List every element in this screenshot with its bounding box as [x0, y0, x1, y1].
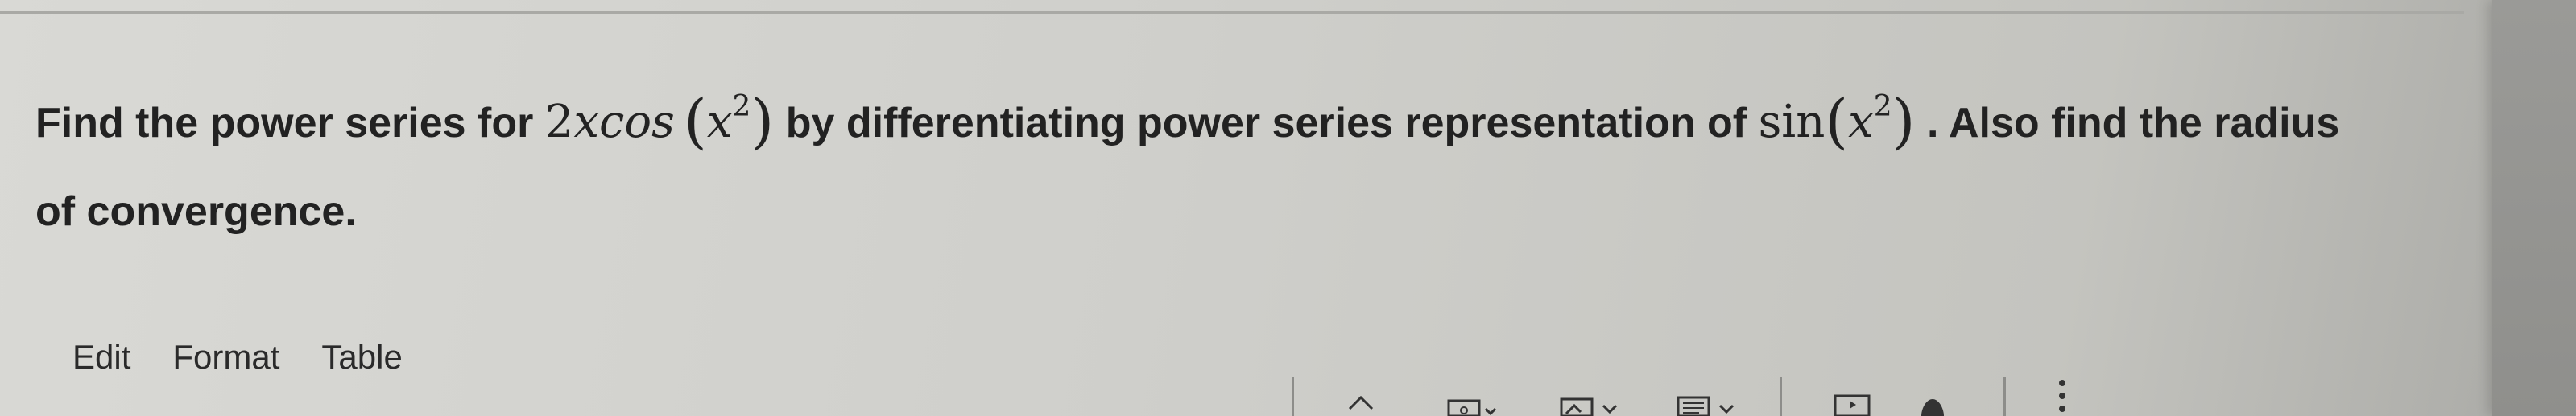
question-text-part-3: . Also find the radius	[1926, 100, 2340, 146]
editor-menubar: Edit Format Table	[72, 338, 403, 377]
menu-edit[interactable]: Edit	[72, 338, 130, 377]
question-line-1: Find the power series for 2xcos (x2) by …	[35, 77, 2419, 167]
question-text-part-1: Find the power series for	[35, 100, 534, 146]
side-panel-edge	[2492, 0, 2576, 416]
image-icon[interactable]	[1558, 377, 1623, 416]
media-icon[interactable]	[1832, 377, 1872, 416]
question-text: Find the power series for 2xcos (x2) by …	[35, 77, 2419, 256]
toolbar-separator	[1292, 377, 1294, 416]
text-block-icon[interactable]	[1675, 377, 1739, 416]
toolbar-separator	[2003, 377, 2006, 416]
more-icon[interactable]	[2059, 380, 2065, 412]
menu-table[interactable]: Table	[321, 338, 402, 377]
toolbar-separator	[1780, 377, 1782, 416]
undo-icon[interactable]	[1345, 377, 1377, 416]
math-expression-2xcos-x2: 2xcos (x2)	[544, 87, 775, 156]
top-border	[0, 11, 2464, 14]
link-icon[interactable]	[1445, 377, 1502, 416]
question-text-part-2: by differentiating power series represen…	[785, 100, 1747, 146]
question-line-2: of convergence.	[35, 188, 357, 235]
accessibility-icon[interactable]	[1916, 377, 1949, 416]
menu-format[interactable]: Format	[172, 338, 279, 377]
math-expression-sin-x2: sin(x2)	[1758, 87, 1916, 156]
